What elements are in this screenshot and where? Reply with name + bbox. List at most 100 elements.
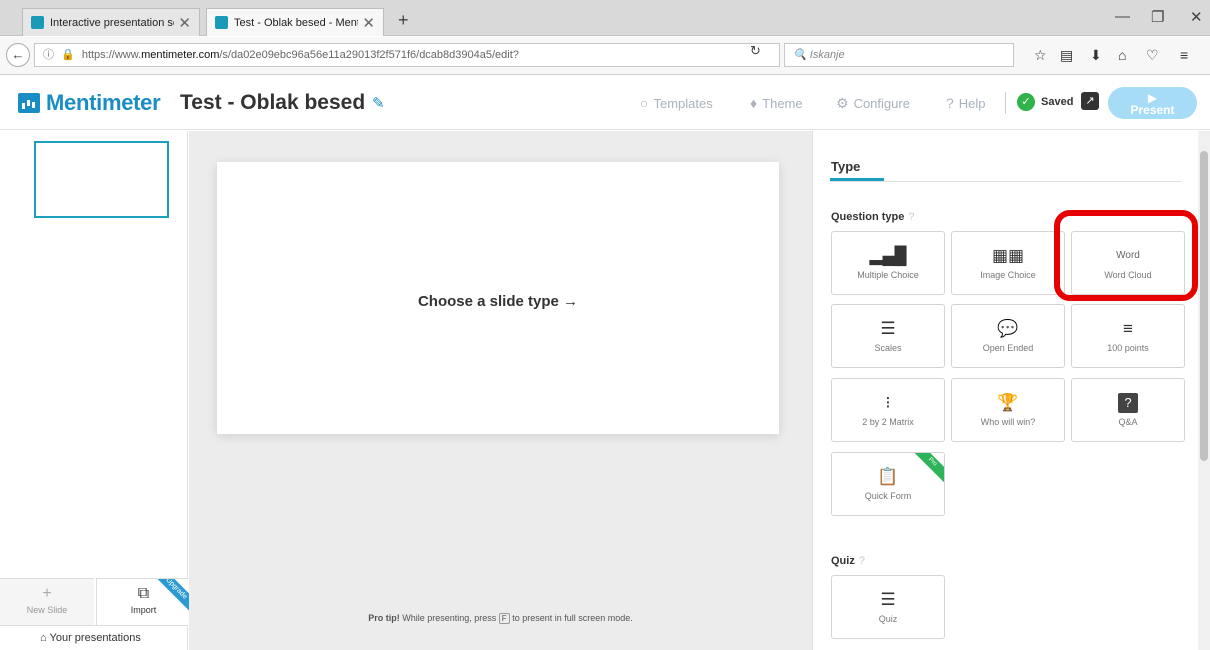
window-close-icon[interactable]: ✕ (1190, 8, 1203, 26)
card-label: Scales (874, 343, 902, 353)
f-key-badge: F (498, 613, 510, 624)
pro-tip: Pro tip! While presenting, press F to pr… (189, 613, 812, 624)
card-qa[interactable]: ? Q&A (1071, 378, 1185, 442)
card-label: Who will win? (980, 417, 1036, 427)
templates-label: Templates (653, 95, 713, 111)
image-bars-icon: ▦▦ (991, 246, 1025, 265)
present-button[interactable]: ▶ Present (1108, 87, 1197, 119)
restore-icon[interactable]: ❐ (1151, 8, 1164, 26)
card-quick-form[interactable]: 📋 Quick Form Pro (831, 452, 945, 516)
bar-chart-icon: ▂▄█ (869, 246, 907, 265)
slide-preview[interactable]: Choose a slide type → (217, 162, 779, 434)
edit-pencil-icon[interactable]: ✎ (372, 94, 385, 112)
new-tab-button[interactable]: + (398, 10, 409, 31)
matrix-icon: ⁝ (885, 393, 891, 412)
configure-button[interactable]: ⚙ Configure (836, 95, 910, 112)
search-icon: 🔍 (793, 49, 807, 61)
browser-tab-2[interactable]: Test - Oblak besed - Ment... ✕ (206, 8, 384, 36)
lightbulb-icon: ○ (640, 95, 649, 111)
qa-icon: ? (1118, 393, 1138, 413)
card-label: 100 points (1107, 343, 1149, 353)
app-header: Mentimeter Test - Oblak besed ✎ ○ Templa… (0, 76, 1210, 130)
close-tab-icon[interactable]: ✕ (362, 14, 375, 32)
address-bar[interactable]: ⓘ 🔒 https://www.mentimeter.com/s/da02e09… (34, 43, 780, 67)
pocket-icon[interactable]: ♡ (1146, 47, 1159, 64)
back-button[interactable]: ← (6, 43, 30, 67)
card-label: Q&A (1118, 417, 1138, 427)
your-presentations-link[interactable]: ⌂ Your presentations (0, 625, 188, 650)
form-icon: 📋 (877, 467, 899, 486)
mentimeter-logo-icon (18, 93, 40, 113)
card-100-points[interactable]: ≡ 100 points (1071, 304, 1185, 368)
word-cloud-highlight-annotation (1054, 210, 1198, 301)
browser-tab-strip: Interactive presentation so... ✕ Test - … (0, 0, 1210, 36)
card-2-by-2-matrix[interactable]: ⁝ 2 by 2 Matrix (831, 378, 945, 442)
search-placeholder: Iskanje (809, 49, 845, 61)
home-icon: ⌂ (40, 632, 47, 644)
templates-button[interactable]: ○ Templates (640, 95, 713, 111)
panel-scrollbar[interactable] (1198, 131, 1210, 650)
minimize-icon[interactable]: — (1115, 8, 1130, 25)
quiz-list-icon: ☰ (880, 590, 896, 609)
quiz-section-label: Quiz (831, 555, 855, 567)
question-type-heading: Question type? (831, 211, 914, 223)
lock-icon[interactable]: 🔒 (61, 49, 75, 61)
gear-icon: ⚙ (836, 95, 849, 111)
card-label: Image Choice (980, 270, 1036, 280)
home-icon[interactable]: ⌂ (1118, 47, 1126, 63)
mentimeter-favicon-icon (215, 16, 228, 29)
card-scales[interactable]: ☰ Scales (831, 304, 945, 368)
mentimeter-logo[interactable]: Mentimeter (18, 90, 161, 116)
close-tab-icon[interactable]: ✕ (178, 14, 191, 32)
slide-thumbnail[interactable] (34, 141, 169, 218)
card-who-will-win[interactable]: 🏆 Who will win? (951, 378, 1065, 442)
url-prefix: https://www. (81, 49, 142, 61)
sliders-icon: ☰ (880, 319, 896, 338)
menu-icon[interactable]: ≡ (1180, 47, 1188, 63)
header-divider (1005, 92, 1006, 114)
configure-label: Configure (853, 96, 910, 111)
theme-label: Theme (762, 95, 803, 111)
new-slide-button[interactable]: + New Slide (0, 578, 94, 625)
browser-search-input[interactable]: 🔍 Iskanje (784, 43, 1014, 67)
share-icon[interactable]: ↗ (1081, 92, 1099, 110)
theme-button[interactable]: ♦ Theme (750, 95, 803, 111)
card-quiz[interactable]: ☰ Quiz (831, 575, 945, 639)
logo-text: Mentimeter (46, 90, 161, 115)
card-label: 2 by 2 Matrix (862, 417, 914, 427)
reading-list-icon[interactable]: ▤ (1060, 47, 1073, 64)
download-icon[interactable]: ⬇ (1090, 47, 1102, 64)
card-open-ended[interactable]: 💬 Open Ended (951, 304, 1065, 368)
card-label: Quick Form (864, 491, 912, 501)
quiz-heading: Quiz? (831, 555, 865, 567)
question-type-label: Question type (831, 211, 905, 223)
saved-label: Saved (1041, 96, 1074, 108)
pro-tip-pre: While presenting, press (402, 613, 497, 623)
card-image-choice[interactable]: ▦▦ Image Choice (951, 231, 1065, 295)
help-icon[interactable]: ? (908, 211, 914, 223)
import-button[interactable]: ⧉ Import Upgrade (96, 578, 190, 625)
tab-type[interactable]: Type (831, 159, 860, 174)
help-icon[interactable]: ? (859, 555, 865, 567)
plus-icon: + (42, 585, 52, 602)
new-slide-label: New Slide (26, 605, 68, 615)
url-domain: mentimeter.com (141, 49, 220, 61)
presentation-title[interactable]: Test - Oblak besed (180, 91, 365, 115)
browser-tab-1[interactable]: Interactive presentation so... ✕ (22, 8, 200, 36)
reload-icon[interactable]: ↻ (750, 43, 761, 59)
scrollbar-thumb[interactable] (1200, 151, 1208, 461)
help-label: Help (958, 95, 986, 111)
your-presentations-label: Your presentations (49, 632, 141, 644)
card-multiple-choice[interactable]: ▂▄█ Multiple Choice (831, 231, 945, 295)
trophy-icon: 🏆 (997, 393, 1019, 412)
mentimeter-favicon-icon (31, 16, 44, 29)
help-button[interactable]: ? Help (946, 95, 986, 111)
url-path: /s/da02e09ebc96a56e11a29013f2f571f6/dcab… (219, 49, 519, 61)
question-icon: ? (946, 95, 954, 111)
saved-status: ✓ Saved (1017, 93, 1073, 111)
info-icon[interactable]: ⓘ (43, 49, 54, 61)
slide-type-panel: Type Question type? ▂▄█ Multiple Choice … (812, 131, 1198, 650)
bookmark-star-icon[interactable]: ☆ (1034, 47, 1047, 64)
present-label: Present (1130, 103, 1175, 117)
slide-canvas: Choose a slide type → Pro tip! While pre… (189, 131, 812, 650)
